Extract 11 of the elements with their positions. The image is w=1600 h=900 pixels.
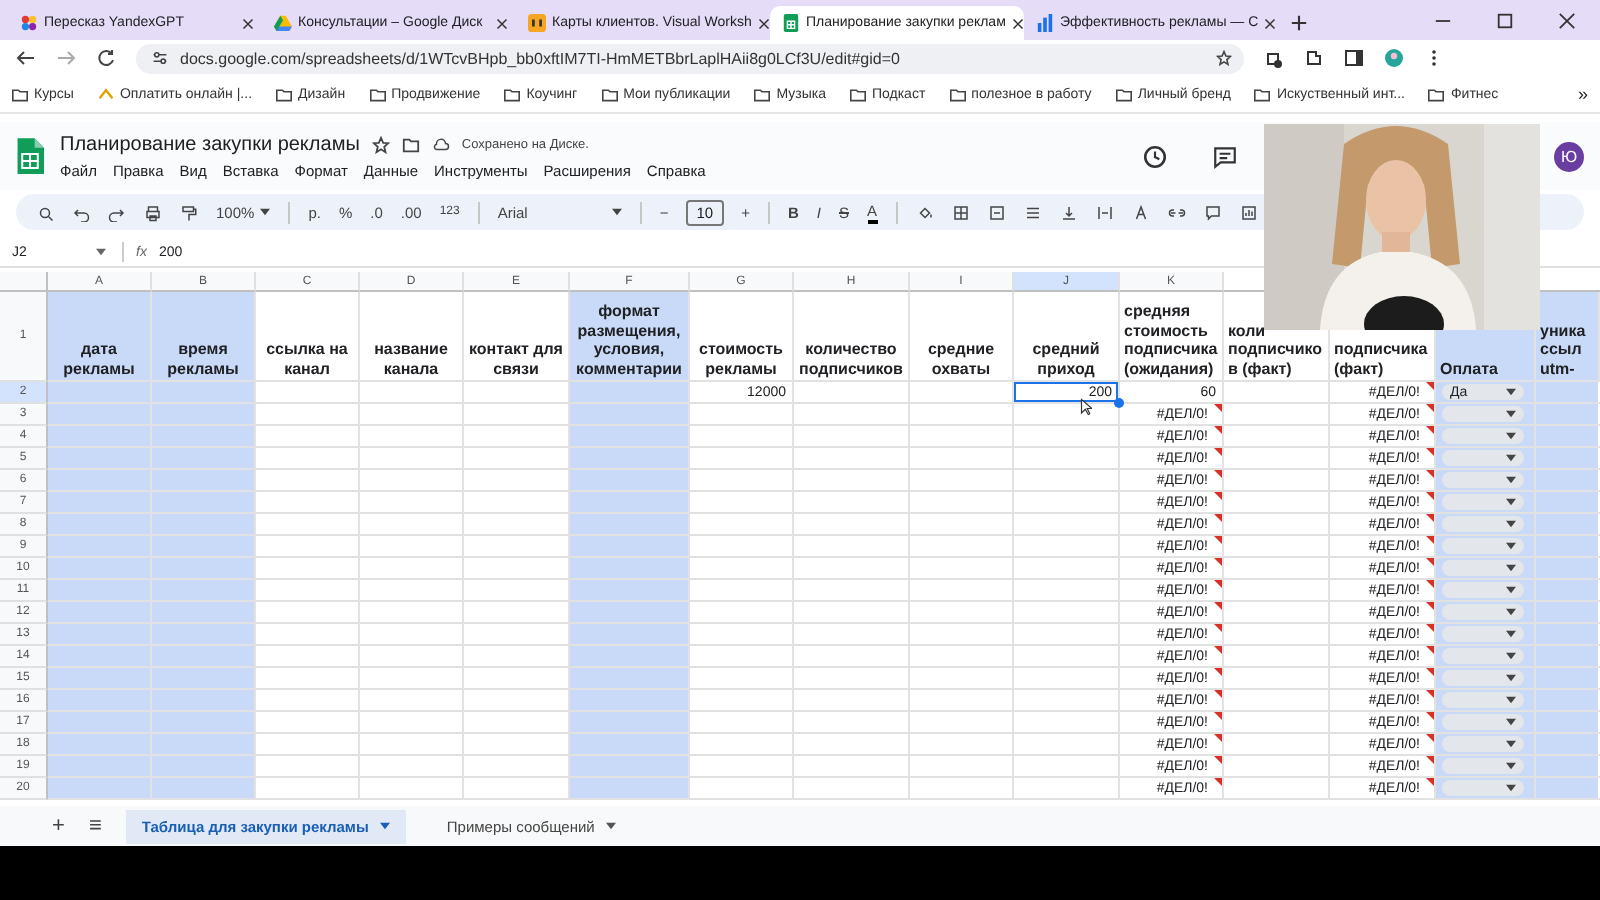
avatar[interactable]: Ю [1554, 141, 1584, 171]
address-bar[interactable]: docs.google.com/spreadsheets/d/1WTcvBHpb_bb0xftIM7TI-HmMETBbrLaplHAii8g0LCf3U/edit#gid=0 [136, 43, 1244, 73]
more-bookmarks[interactable]: » [1577, 84, 1588, 104]
header-cell: уника ссыл utm- [1536, 292, 1600, 382]
header-cell: формат размещения, условия, комментарии [570, 292, 690, 382]
all-sheets-button[interactable]: ≡ [88, 814, 102, 838]
header-cell: средний приход [1014, 292, 1120, 382]
document-title[interactable]: Планирование закупки рекламы [60, 133, 360, 155]
header-cell: дата рекламы [48, 292, 152, 382]
add-sheet-button[interactable]: + [52, 814, 65, 838]
header-cell: время рекламы [152, 292, 256, 382]
